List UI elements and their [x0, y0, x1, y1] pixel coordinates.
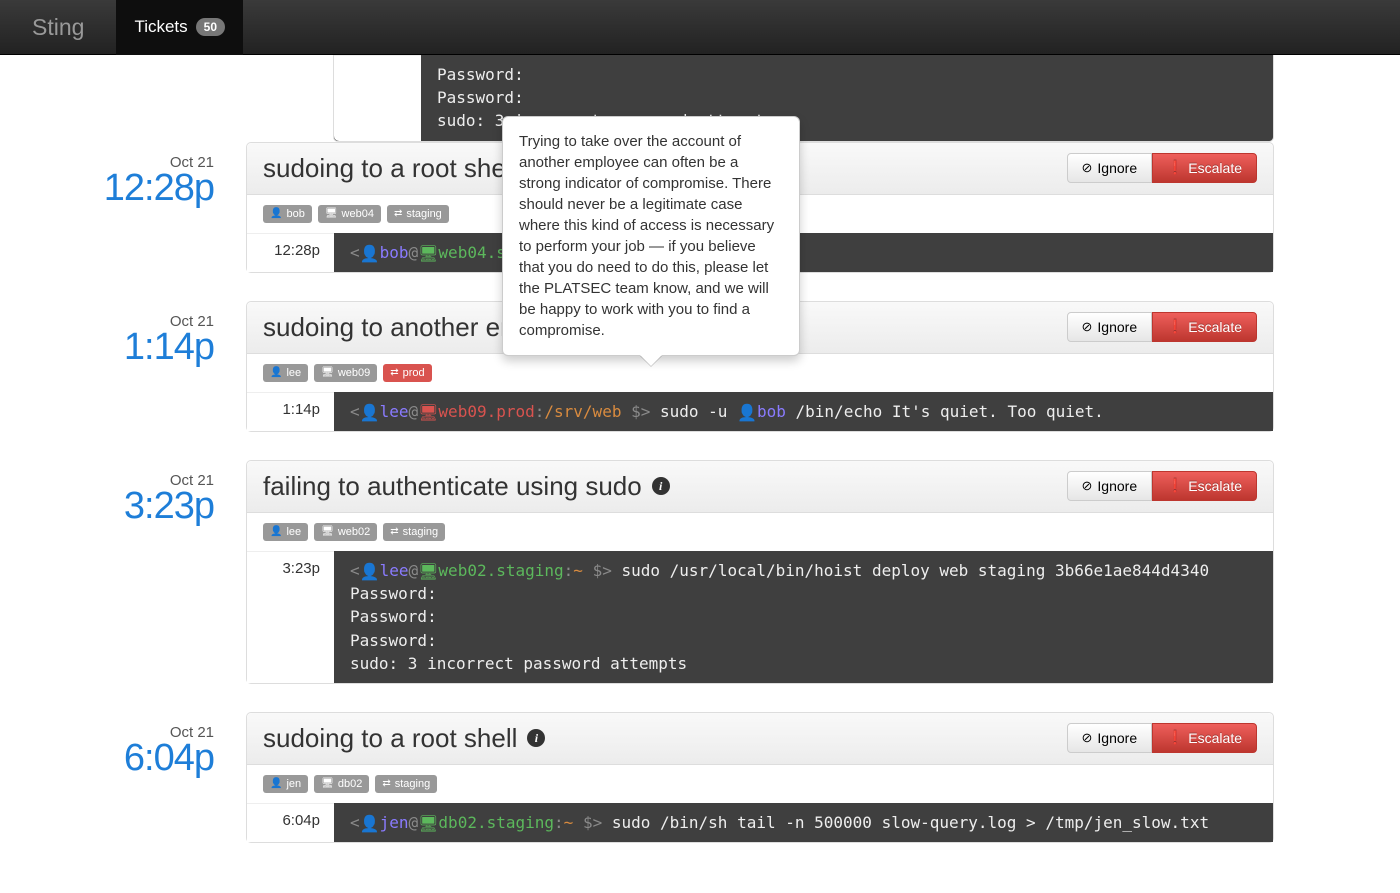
action-buttons: ⊘Ignore❗Escalate [1067, 153, 1258, 183]
action-buttons: ⊘Ignore❗Escalate [1067, 312, 1258, 342]
random-icon: ⇄ [390, 367, 398, 378]
terminal-time: 3:23p [247, 551, 334, 683]
ticket-header: failing to authenticate using sudo i ⊘Ign… [247, 461, 1273, 513]
tag-staging[interactable]: ⇄staging [387, 205, 449, 223]
tag-jen[interactable]: 👤jen [263, 775, 308, 793]
server-icon: 🖥 [321, 367, 334, 378]
terminal-output: <👤jen@🖥db02.staging:~ $> sudo /bin/sh ta… [334, 803, 1273, 842]
action-buttons: ⊘Ignore❗Escalate [1067, 723, 1258, 753]
server-icon: 🖥 [321, 778, 334, 789]
alert-icon: ❗ [1167, 160, 1183, 176]
ticket-time: 6:04p [0, 737, 214, 780]
tag-row: 👤lee 🖥web09 ⇄prod [247, 354, 1273, 392]
tag-db02[interactable]: 🖥db02 [314, 775, 369, 793]
tag-web09[interactable]: 🖥web09 [314, 364, 377, 382]
brand-link[interactable]: Sting [0, 14, 116, 41]
alert-icon: ❗ [1167, 319, 1183, 335]
terminal-row: 6:04p<👤jen@🖥db02.staging:~ $> sudo /bin/… [247, 803, 1273, 842]
terminal-time: 1:14p [247, 392, 334, 431]
terminal-time: 12:28p [247, 233, 334, 272]
escalate-button[interactable]: ❗Escalate [1152, 153, 1257, 183]
alert-icon: ❗ [1167, 478, 1183, 494]
escalate-button[interactable]: ❗Escalate [1152, 312, 1257, 342]
tag-bob[interactable]: 👤bob [263, 205, 312, 223]
terminal-output: <👤lee@🖥web02.staging:~ $> sudo /usr/loca… [334, 551, 1273, 683]
ban-icon: ⊘ [1082, 319, 1093, 335]
ignore-button[interactable]: ⊘Ignore [1067, 153, 1153, 183]
ticket-title: sudoing to a root shell i [263, 723, 545, 754]
server-icon: 🖥 [325, 208, 338, 219]
time-column: Oct 216:04p [0, 712, 246, 780]
tag-web02[interactable]: 🖥web02 [314, 523, 377, 541]
nav-tab-badge: 50 [196, 18, 225, 36]
tag-lee[interactable]: 👤lee [263, 364, 308, 382]
ignore-button[interactable]: ⊘Ignore [1067, 312, 1153, 342]
ticket-title: failing to authenticate using sudo i [263, 471, 670, 502]
user-icon: 👤 [270, 208, 282, 219]
info-icon[interactable]: i [527, 729, 545, 747]
terminal-row: 3:23p<👤lee@🖥web02.staging:~ $> sudo /usr… [247, 551, 1273, 683]
server-icon: 🖥 [321, 526, 334, 537]
terminal-time-col [334, 55, 421, 141]
nav-tab-tickets[interactable]: Tickets 50 [116, 0, 243, 55]
user-icon: 👤 [270, 526, 282, 537]
info-popover: Trying to take over the account of anoth… [502, 116, 800, 356]
ban-icon: ⊘ [1082, 478, 1093, 494]
terminal-output: <👤lee@🖥web09.prod:/srv/web $> sudo -u 👤b… [334, 392, 1273, 431]
ignore-button[interactable]: ⊘Ignore [1067, 471, 1153, 501]
ban-icon: ⊘ [1082, 730, 1093, 746]
tag-prod[interactable]: ⇄prod [383, 364, 431, 382]
tag-web04[interactable]: 🖥web04 [318, 205, 381, 223]
navbar: Sting Tickets 50 [0, 0, 1400, 55]
ticket-time: 3:23p [0, 485, 214, 528]
tag-row: 👤lee 🖥web02 ⇄staging [247, 513, 1273, 551]
time-column: Oct 213:23p [0, 460, 246, 528]
random-icon: ⇄ [390, 526, 398, 537]
user-icon: 👤 [270, 778, 282, 789]
ticket-header: sudoing to a root shell i ⊘Ignore❗Escalat… [247, 713, 1273, 765]
action-buttons: ⊘Ignore❗Escalate [1067, 471, 1258, 501]
ignore-button[interactable]: ⊘Ignore [1067, 723, 1153, 753]
random-icon: ⇄ [382, 778, 390, 789]
user-icon: 👤 [270, 367, 282, 378]
nav-tab-label: Tickets [134, 17, 187, 37]
escalate-button[interactable]: ❗Escalate [1152, 723, 1257, 753]
info-icon[interactable]: i [652, 477, 670, 495]
tag-staging[interactable]: ⇄staging [383, 523, 445, 541]
ban-icon: ⊘ [1082, 160, 1093, 176]
terminal-time: 6:04p [247, 803, 334, 842]
ticket-time: 1:14p [0, 326, 214, 369]
ticket-time: 12:28p [0, 167, 214, 210]
tag-row: 👤jen 🖥db02 ⇄staging [247, 765, 1273, 803]
ticket-card: sudoing to a root shell i ⊘Ignore❗Escalat… [246, 712, 1274, 843]
ticket-row: Oct 216:04p sudoing to a root shell i ⊘Ign… [0, 712, 1400, 843]
tag-lee[interactable]: 👤lee [263, 523, 308, 541]
terminal-output: <👤bob@🖥web04.s -x patch_55.sh [334, 233, 1273, 272]
random-icon: ⇄ [394, 208, 402, 219]
time-column: Oct 211:14p [0, 301, 246, 369]
time-column: Oct 2112:28p [0, 142, 246, 210]
tag-staging[interactable]: ⇄staging [375, 775, 437, 793]
escalate-button[interactable]: ❗Escalate [1152, 471, 1257, 501]
alert-icon: ❗ [1167, 730, 1183, 746]
partial-terminal: Password: Password: sudo: 3 incorrect pa… [333, 55, 1274, 142]
terminal-row: 1:14p<👤lee@🖥web09.prod:/srv/web $> sudo … [247, 392, 1273, 431]
ticket-row: Oct 213:23pfailing to authenticate using… [0, 460, 1400, 684]
ticket-card: failing to authenticate using sudo i ⊘Ign… [246, 460, 1274, 684]
